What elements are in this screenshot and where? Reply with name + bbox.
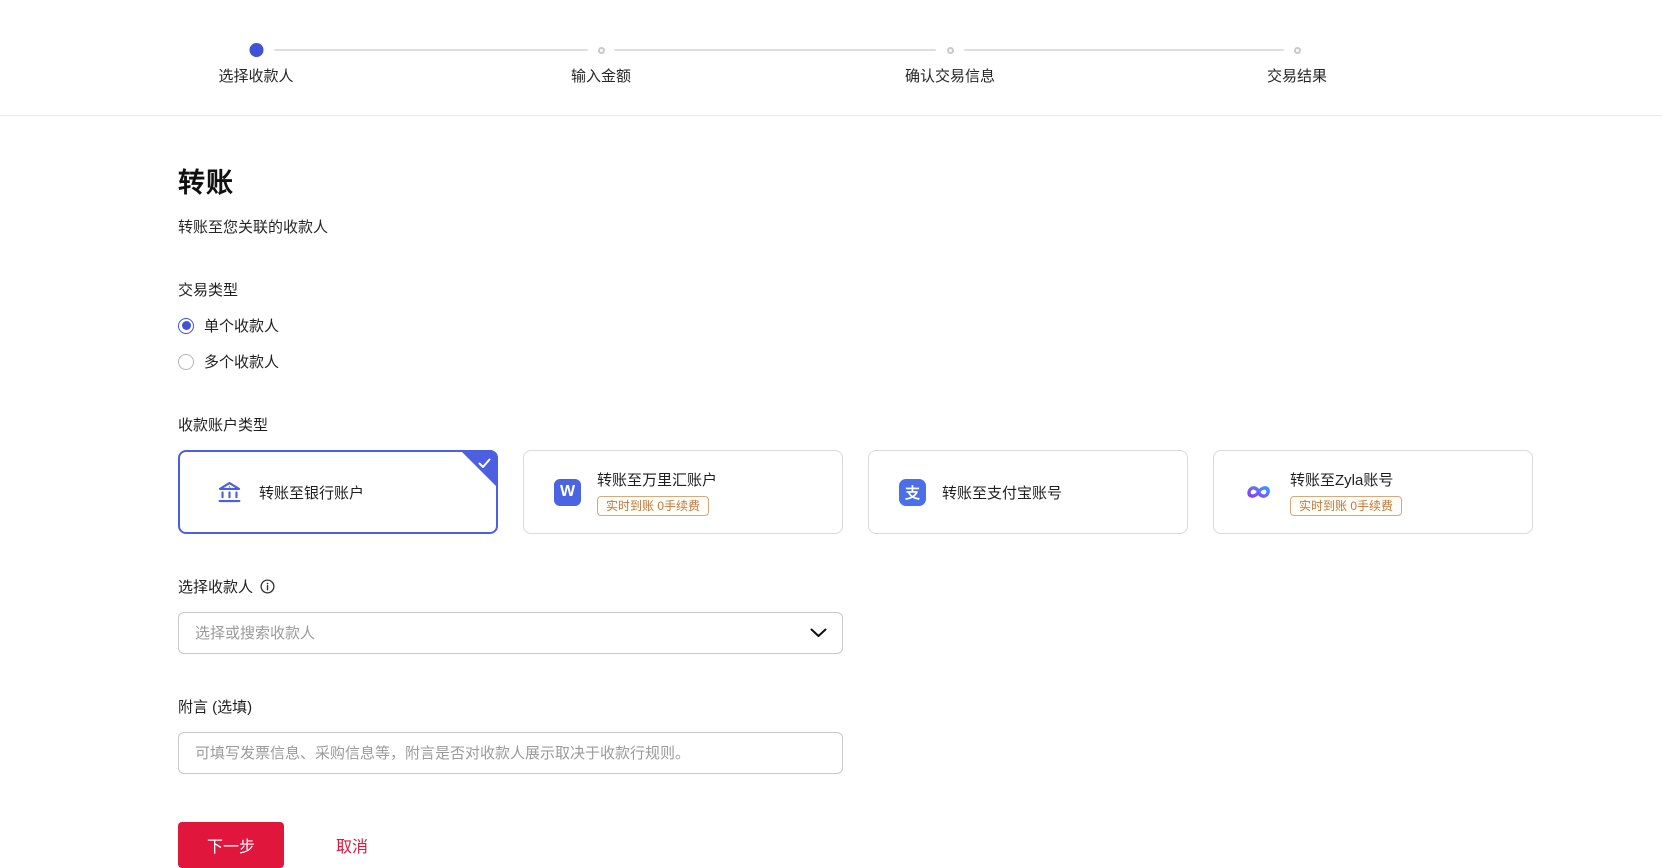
instant-zero-fee-badge: 实时到账 0手续费 [1290, 495, 1403, 516]
stepper-header: 选择收款人 输入金额 确认交易信息 交易结果 [0, 0, 1662, 116]
card-title: 转账至万里汇账户 [597, 471, 718, 489]
worldfirst-icon: W [554, 478, 581, 506]
card-worldfirst-account[interactable]: W 转账至万里汇账户 实时到账 0手续费 [523, 450, 843, 534]
stepper-connector [614, 49, 936, 51]
step-label: 确认交易信息 [904, 68, 996, 85]
radio-label: 多个收款人 [204, 354, 280, 371]
next-button[interactable]: 下一步 [178, 822, 284, 868]
payee-select[interactable] [178, 612, 843, 654]
card-zyla-account[interactable]: 转账至Zyla账号 实时到账 0手续费 [1213, 450, 1533, 534]
step-select-payee[interactable]: 选择收款人 [218, 43, 294, 86]
memo-input[interactable] [178, 732, 843, 774]
selected-corner [460, 450, 498, 488]
radio-single-payee[interactable]: 单个收款人 [178, 315, 1662, 336]
card-title: 转账至银行账户 [259, 484, 365, 502]
page-subtitle: 转账至您关联的收款人 [178, 219, 329, 236]
step-label: 输入金额 [570, 68, 632, 85]
card-title: 转账至Zyla账号 [1290, 471, 1394, 489]
payee-label-row: 选择收款人 [178, 576, 1662, 597]
form-actions: 下一步 取消 [178, 822, 1662, 868]
radio-unchecked-icon [178, 353, 194, 370]
step-confirm-info[interactable]: 确认交易信息 [905, 43, 995, 86]
step-dot-idle [1293, 46, 1301, 54]
step-label: 交易结果 [1266, 68, 1328, 85]
step-result[interactable]: 交易结果 [1267, 43, 1327, 86]
payee-select-input[interactable] [178, 612, 843, 654]
payee-label: 选择收款人 [178, 579, 254, 596]
instant-zero-fee-badge: 实时到账 0手续费 [597, 495, 710, 516]
info-icon[interactable] [260, 579, 275, 594]
step-label: 选择收款人 [218, 68, 294, 85]
memo-label: 附言 (选填) [178, 699, 253, 716]
card-title: 转账至支付宝账号 [942, 484, 1063, 502]
transaction-type-label: 交易类型 [178, 282, 239, 299]
card-bank-account[interactable]: 转账至银行账户 [178, 450, 498, 534]
zyla-icon [1244, 481, 1274, 503]
radio-multiple-payees[interactable]: 多个收款人 [178, 351, 1662, 372]
check-icon [478, 458, 491, 468]
step-enter-amount[interactable]: 输入金额 [571, 43, 631, 86]
alipay-icon: 支 [899, 478, 926, 506]
stepper-connector [964, 49, 1284, 51]
step-dot-idle [597, 46, 605, 54]
radio-label: 单个收款人 [204, 318, 280, 335]
account-type-label: 收款账户类型 [178, 417, 269, 434]
bank-icon [216, 479, 243, 506]
step-dot-active [248, 43, 263, 57]
account-type-cards: 转账至银行账户 W 转账至万里汇账户 实时到账 0手续费 支 转账至支付宝账号 [178, 450, 1662, 534]
card-alipay-account[interactable]: 支 转账至支付宝账号 [868, 450, 1188, 534]
stepper-connector [274, 49, 588, 51]
page-title: 转账 [178, 168, 234, 198]
step-dot-idle [946, 46, 954, 54]
radio-checked-icon [178, 317, 194, 334]
transfer-form: 转账 转账至您关联的收款人 交易类型 单个收款人 多个收款人 收款账户类型 转账… [0, 116, 1662, 868]
cancel-button[interactable]: 取消 [336, 833, 368, 857]
